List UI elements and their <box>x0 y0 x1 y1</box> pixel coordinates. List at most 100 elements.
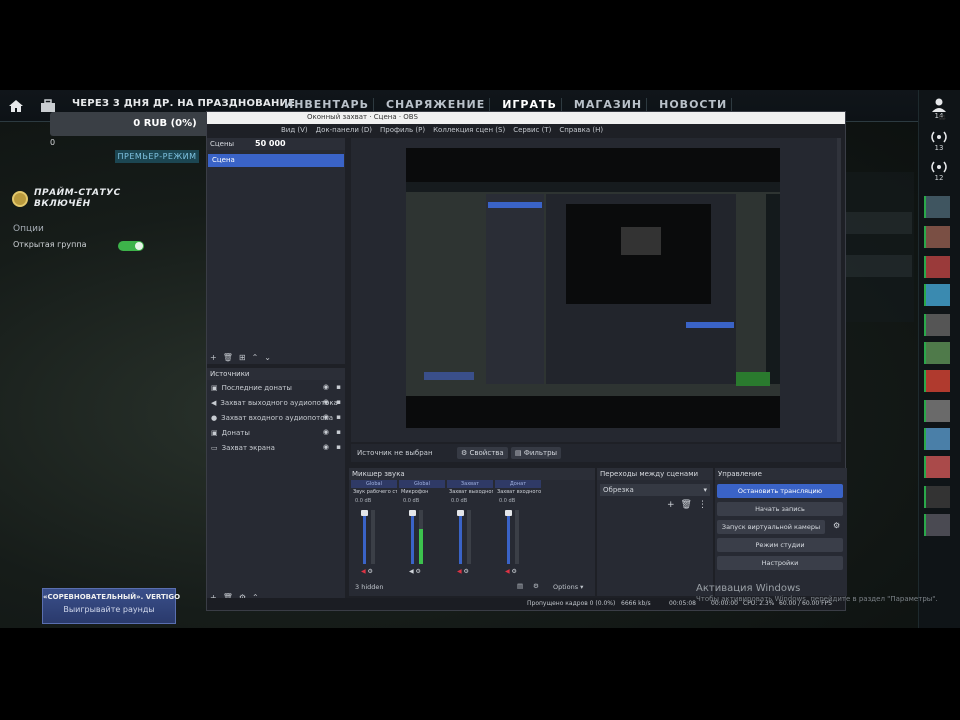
scenes-header: Сцены 50 000 <box>207 138 345 150</box>
lock-icon[interactable]: ▪ <box>336 443 341 451</box>
scene-list-item[interactable]: Сцена <box>208 154 344 167</box>
nav-play[interactable]: ИГРАТЬ <box>498 98 562 111</box>
source-item[interactable]: ▣ Последние донаты ◉ ▪ <box>207 380 345 395</box>
speaker-icon[interactable]: ◀ <box>505 568 510 575</box>
add-icon[interactable]: + <box>210 353 217 362</box>
layout-icon[interactable]: ▤ <box>517 582 523 590</box>
channel-header: Захват <box>447 480 493 488</box>
menu-tools[interactable]: Сервис (T) <box>513 126 551 138</box>
lock-icon[interactable]: ▪ <box>336 428 341 436</box>
properties-button[interactable]: ⚙ Свойства <box>457 447 508 459</box>
fader-knob[interactable] <box>361 510 368 516</box>
nav-news[interactable]: НОВОСТИ <box>655 98 733 111</box>
speaker-icon[interactable]: ◀ <box>457 568 462 575</box>
gear-icon[interactable]: ⚙ <box>533 582 539 590</box>
gear-icon[interactable]: ⚙ <box>833 521 840 530</box>
volume-fader[interactable] <box>411 510 414 564</box>
friend-avatar[interactable] <box>924 284 950 306</box>
source-item[interactable]: ▣ Донаты ◉ ▪ <box>207 425 345 440</box>
gear-icon[interactable]: ⚙ <box>464 568 469 575</box>
preview-scrollbar[interactable] <box>837 138 841 442</box>
competitive-banner[interactable]: «СОРЕВНОВАТЕЛЬНЫЙ». VERTIGO Выигрывайте … <box>42 588 181 624</box>
eye-icon[interactable]: ◉ <box>323 428 329 436</box>
eye-icon[interactable]: ◉ <box>323 413 329 421</box>
channel-device-select[interactable]: Звук рабочего стола <box>351 488 397 497</box>
friend-avatar[interactable] <box>924 196 950 218</box>
friend-avatar[interactable] <box>924 370 950 392</box>
nested-scene-item <box>488 202 542 208</box>
lock-icon[interactable]: ▪ <box>336 383 341 391</box>
channel-header: Global <box>399 480 445 488</box>
more-icon[interactable]: ⋮ <box>698 500 707 510</box>
home-icon[interactable] <box>8 99 24 113</box>
transition-select[interactable]: Обрезка ▾ <box>600 484 710 496</box>
lock-icon[interactable]: ▪ <box>336 398 341 406</box>
promo-text: ЧЕРЕЗ 3 ДНЯ ДР. НА ПРАЗДНОВАНИЕ <box>72 98 296 109</box>
channel-device-select[interactable]: Микрофон <box>399 488 445 497</box>
fader-knob[interactable] <box>457 510 464 516</box>
filters-button[interactable]: ▤ Фильтры <box>511 447 562 459</box>
speaker-icon[interactable]: ◀ <box>361 568 366 575</box>
right-panel-row[interactable] <box>846 255 912 277</box>
friend-avatar[interactable] <box>924 514 950 536</box>
add-icon[interactable]: + <box>667 500 675 510</box>
nav-inventory[interactable]: ИНВЕНТАРЬ <box>280 98 374 111</box>
studio-mode-button[interactable]: Режим студии <box>717 538 843 552</box>
eye-icon[interactable]: ◉ <box>323 443 329 451</box>
friend-avatar[interactable] <box>924 486 950 508</box>
eye-icon[interactable]: ◉ <box>323 398 329 406</box>
eye-icon[interactable]: ◉ <box>323 383 329 391</box>
move-down-icon[interactable]: ⌄ <box>264 353 271 362</box>
friend-avatar[interactable] <box>924 314 950 336</box>
gear-icon[interactable]: ⚙ <box>368 568 373 575</box>
source-item[interactable]: ● Захват входного аудиопотока ◉ ▪ <box>207 410 345 425</box>
gear-icon[interactable]: ⚙ <box>512 568 517 575</box>
friend-avatar[interactable] <box>924 342 950 364</box>
trash-icon[interactable]: 🗑 <box>223 353 233 362</box>
volume-fader[interactable] <box>459 510 462 564</box>
menu-profile[interactable]: Профиль (P) <box>380 126 425 138</box>
monitor-icon: ▭ <box>211 443 218 452</box>
menu-docks[interactable]: Док-панели (D) <box>316 126 372 138</box>
speaker-icon: ◀ <box>211 398 217 407</box>
channel-device-select[interactable]: Захват входного <box>495 488 541 497</box>
trash-icon[interactable]: 🗑 <box>681 500 692 510</box>
menu-help[interactable]: Справка (H) <box>559 126 603 138</box>
broadcast-icon[interactable] <box>929 130 949 144</box>
start-virtual-camera-button[interactable]: Запуск виртуальной камеры <box>717 520 825 534</box>
preview-canvas[interactable] <box>351 138 841 442</box>
settings-button[interactable]: Настройки <box>717 556 843 570</box>
right-panel-row[interactable] <box>846 212 912 234</box>
stop-streaming-button[interactable]: Остановить трансляцию <box>717 484 843 498</box>
briefcase-icon[interactable] <box>40 99 56 113</box>
source-item[interactable]: ▭ Захват экрана ◉ ▪ <box>207 440 345 455</box>
friend-avatar[interactable] <box>924 256 950 278</box>
friend-avatar[interactable] <box>924 400 950 422</box>
volume-fader[interactable] <box>363 510 366 564</box>
volume-fader[interactable] <box>507 510 510 564</box>
fader-knob[interactable] <box>505 510 512 516</box>
lock-icon[interactable]: ▪ <box>336 413 341 421</box>
banner-title: «СОРЕВНОВАТЕЛЬНЫЙ». VERTIGO <box>43 593 181 601</box>
friend-avatar[interactable] <box>924 226 950 248</box>
menu-scene-collection[interactable]: Коллекция сцен (S) <box>433 126 505 138</box>
friend-avatar[interactable] <box>924 428 950 450</box>
nav-store[interactable]: МАГАЗИН <box>570 98 648 111</box>
speaker-icon[interactable]: ◀ <box>409 568 414 575</box>
gear-icon[interactable]: ⚙ <box>416 568 421 575</box>
open-group-toggle[interactable] <box>118 241 144 251</box>
start-recording-button[interactable]: Начать запись <box>717 502 843 516</box>
nav-loadout[interactable]: СНАРЯЖЕНИЕ <box>382 98 491 111</box>
friend-avatar[interactable] <box>924 456 950 478</box>
close-icon[interactable]: ✕ <box>939 114 945 122</box>
broadcast-icon[interactable] <box>929 160 949 174</box>
menu-view[interactable]: Вид (V) <box>281 126 308 138</box>
mixer-options-button[interactable]: Options ▾ <box>553 583 583 591</box>
channel-device-select[interactable]: Захват выходного <box>447 488 493 497</box>
fader-knob[interactable] <box>409 510 416 516</box>
filter-icon[interactable]: ⊞ <box>239 353 246 362</box>
premier-mode-button[interactable]: ПРЕМЬЕР-РЕЖИМ <box>115 150 199 163</box>
person-icon[interactable] <box>929 98 949 112</box>
move-up-icon[interactable]: ⌃ <box>252 353 259 362</box>
source-item[interactable]: ◀ Захват выходного аудиопотока ◉ ▪ <box>207 395 345 410</box>
